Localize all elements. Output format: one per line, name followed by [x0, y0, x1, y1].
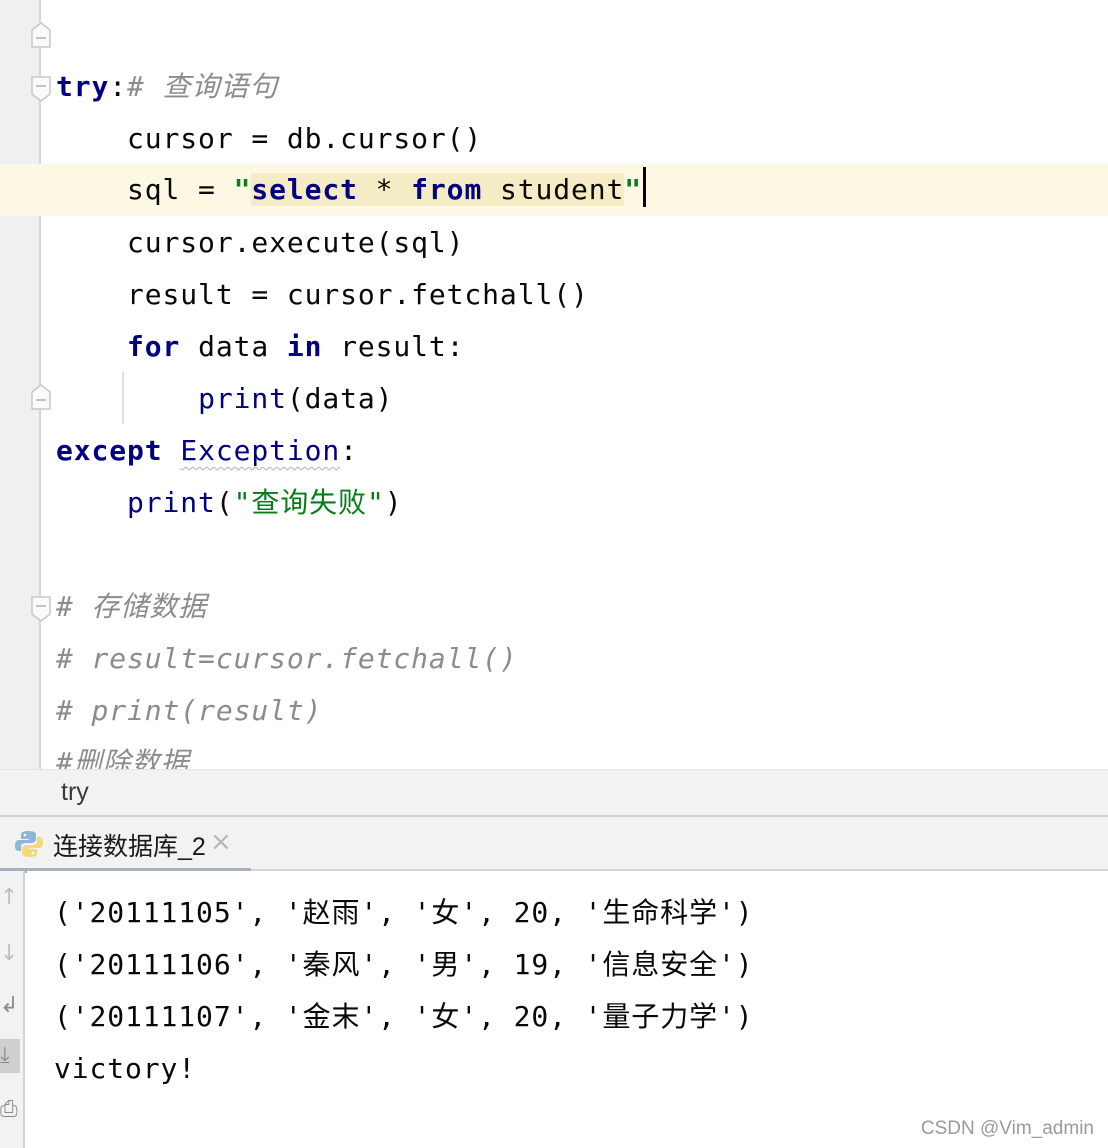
punctuation: :: [109, 70, 128, 103]
print-icon[interactable]: ⎙: [0, 1093, 20, 1127]
console-line: ('20111105', '赵雨', '女', 20, '生命科学'): [54, 896, 754, 929]
code-line[interactable]: except Exception:: [41, 425, 1108, 477]
code-line[interactable]: for data in result:: [41, 321, 1108, 373]
comment: # print(result): [56, 694, 323, 727]
code-line[interactable]: print("查询失败"): [41, 477, 1108, 529]
console-line: victory!: [54, 1052, 197, 1085]
code-line[interactable]: # result=cursor.fetchall(): [41, 633, 1108, 685]
down-arrow-icon[interactable]: ↓: [0, 937, 20, 971]
code-editor[interactable]: # 查询语句 try: cursor = db.cursor() sql = "…: [0, 0, 1108, 769]
text-caret: [643, 167, 647, 207]
code-line[interactable]: try:: [41, 61, 1108, 113]
code-line[interactable]: result = cursor.fetchall(): [41, 269, 1108, 321]
watermark: CSDN @Vim_admin: [920, 1118, 1094, 1139]
close-icon[interactable]: ×: [210, 829, 232, 855]
keyword-for: for: [127, 330, 181, 363]
sql-keyword-from: from: [411, 173, 483, 206]
scroll-to-end-icon[interactable]: ⤓: [0, 1039, 20, 1073]
keyword-in: in: [286, 330, 323, 363]
run-tab[interactable]: 连接数据库_2 ×: [0, 817, 251, 873]
comment: # result=cursor.fetchall(): [56, 642, 518, 675]
code-line[interactable]: cursor.execute(sql): [41, 217, 1108, 269]
code-line[interactable]: #删除数据: [41, 737, 1108, 769]
breadcrumb-item-try[interactable]: try: [61, 778, 89, 807]
string-quote: ": [624, 173, 643, 206]
code-line[interactable]: # 查询语句: [41, 9, 1108, 103]
console-line: ('20111107', '金末', '女', 20, '量子力学'): [54, 1000, 754, 1033]
code-text: sql =: [56, 173, 234, 206]
punctuation: (: [215, 486, 234, 519]
run-tab-bar: 连接数据库_2 ×: [0, 817, 1108, 873]
soft-wrap-icon[interactable]: ↲: [0, 989, 20, 1023]
keyword-except: except: [56, 434, 163, 467]
comment: #删除数据: [56, 746, 190, 769]
comment: # 存储数据: [56, 590, 208, 623]
python-icon: [15, 831, 43, 857]
up-arrow-icon[interactable]: ↑: [0, 881, 20, 915]
run-toolbar: ↑ ↓ ↲ ⤓ ⎙: [0, 871, 25, 1148]
breadcrumb: try: [0, 769, 1108, 817]
code-line-current[interactable]: sql = "select * from student": [0, 164, 1108, 216]
code-line[interactable]: # 存储数据: [41, 581, 1108, 633]
punctuation: ): [384, 486, 403, 519]
code-line[interactable]: cursor = db.cursor(): [41, 113, 1108, 165]
code-line-blank[interactable]: [41, 529, 1108, 581]
string-literal: "查询失败": [233, 486, 385, 519]
sql-star: *: [357, 173, 412, 206]
string-quote: ": [233, 173, 252, 206]
code-line[interactable]: # print(result): [41, 685, 1108, 737]
builtin-print: print: [127, 486, 216, 519]
code-text: (data): [286, 382, 394, 415]
keyword-try: try: [56, 70, 110, 103]
console-output[interactable]: ( , , , , ) ('20111105', '赵雨', '女', 20, …: [27, 871, 1108, 1148]
builtin-print: print: [198, 382, 287, 415]
code-text: result:: [322, 330, 465, 363]
sql-table: student: [482, 173, 625, 206]
punctuation: :: [340, 434, 358, 467]
sql-keyword-select: select: [251, 173, 358, 206]
code-text: data: [180, 330, 287, 363]
exception-class-warning[interactable]: Exception: [180, 434, 340, 467]
code-line[interactable]: print(data): [41, 373, 1108, 425]
sql-injection: select * from student: [251, 173, 625, 206]
run-tab-label: 连接数据库_2: [53, 833, 206, 861]
code-text: cursor.execute(sql): [56, 226, 465, 259]
console-line: ('20111106', '秦风', '男', 19, '信息安全'): [54, 948, 754, 981]
code-text: cursor = db.cursor(): [56, 122, 483, 155]
code-text: result = cursor.fetchall(): [56, 278, 589, 311]
